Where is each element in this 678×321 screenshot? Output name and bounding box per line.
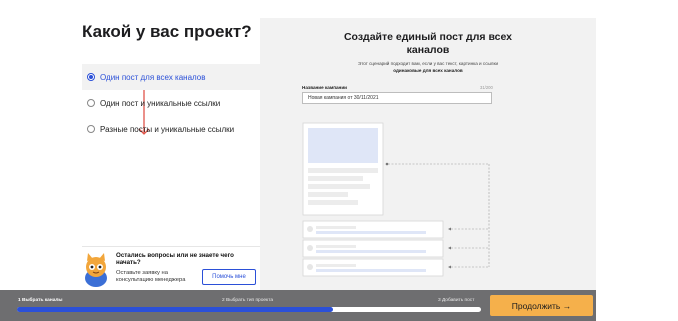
project-type-options: Один пост для всех каналов Один пост и у… [82, 64, 260, 142]
option-different-posts[interactable]: Разные посты и уникальные ссылки [82, 116, 260, 142]
preview-panel: Создайте единый пост для всех каналов Эт… [260, 18, 596, 290]
mascot-icon [85, 253, 107, 287]
help-question: Остались вопросы или не знаете чего нача… [116, 252, 234, 267]
option-single-post[interactable]: Один пост для всех каналов [82, 64, 260, 90]
option-label: Разные посты и уникальные ссылки [100, 124, 235, 134]
step-2-label: 2 Выбрать тип проекта [222, 298, 274, 303]
wizard-screen: Какой у вас проект? Один пост для всех к… [0, 0, 678, 321]
continue-button[interactable]: Продолжить → [490, 295, 593, 316]
help-subtitle: Оставьте заявку на консультацию менеджер… [116, 270, 186, 284]
progress-fill [17, 307, 333, 312]
page-title: Какой у вас проект? [82, 22, 252, 41]
step-3-label: 3 Добавить пост [438, 298, 475, 303]
channels-illustration [302, 122, 490, 277]
wizard-footer: 1 Выбрать каналы 2 Выбрать тип проекта 3… [0, 290, 596, 321]
step-1-label: 1 Выбрать каналы [18, 298, 63, 303]
progress-track [17, 307, 481, 312]
help-block: Остались вопросы или не знаете чего нача… [82, 246, 260, 288]
channel-card-illustration [302, 258, 444, 277]
option-label: Один пост и уникальные ссылки [100, 98, 221, 108]
post-card-illustration [302, 122, 384, 216]
channel-card-illustration [302, 239, 444, 258]
footer-spacer [596, 290, 678, 321]
option-single-post-unique-links[interactable]: Один пост и уникальные ссылки [82, 90, 260, 116]
radio-empty-icon [87, 125, 95, 133]
option-label: Один пост для всех каналов [100, 72, 206, 82]
project-type-panel: Какой у вас проект? Один пост для всех к… [82, 18, 260, 290]
help-me-button[interactable]: Помочь мне [202, 269, 256, 285]
radio-selected-icon [87, 73, 95, 81]
channel-card-illustration [302, 220, 444, 239]
radio-empty-icon [87, 99, 95, 107]
